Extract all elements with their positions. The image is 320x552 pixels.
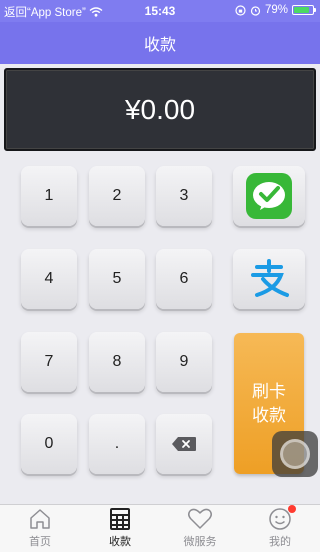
key-label: 1: [44, 187, 54, 204]
key-decimal[interactable]: .: [89, 414, 145, 474]
lock-rotation-icon: [235, 4, 246, 16]
profile-smile-icon: [268, 505, 296, 531]
key-5[interactable]: 5: [89, 249, 145, 309]
tab-label: 微服务: [183, 536, 217, 548]
card-payment-line2: 收款: [252, 405, 286, 425]
key-1[interactable]: 1: [21, 166, 77, 226]
key-3[interactable]: 3: [156, 166, 212, 226]
assistive-touch-icon: [280, 439, 310, 469]
wechat-pay-button[interactable]: [233, 166, 305, 226]
alarm-icon: [250, 5, 261, 16]
key-label: 5: [112, 270, 122, 287]
heart-icon: [187, 507, 213, 531]
assistive-touch-button[interactable]: [272, 431, 318, 477]
key-label: 3: [179, 187, 189, 204]
notification-dot: [288, 505, 296, 513]
tab-microservice[interactable]: 微服务: [160, 505, 240, 552]
status-bar: 返回“App Store” 15:43 79%: [0, 0, 320, 22]
key-7[interactable]: 7: [21, 332, 77, 392]
backspace-icon: [172, 437, 196, 451]
key-2[interactable]: 2: [89, 166, 145, 226]
key-delete[interactable]: [156, 414, 212, 474]
status-right-group: 79%: [235, 4, 316, 16]
key-8[interactable]: 8: [89, 332, 145, 392]
tab-label: 首页: [29, 536, 51, 548]
tab-label: 收款: [109, 536, 131, 548]
amount-value: ¥0.00: [124, 93, 196, 125]
home-icon: [28, 507, 52, 531]
battery-percent: 79%: [264, 4, 288, 16]
page-title: 收款: [143, 37, 176, 54]
wechat-pay-icon: [246, 173, 292, 219]
tab-bar: 首页 收款 微服务 我的: [0, 504, 320, 552]
key-label: 8: [112, 353, 122, 370]
battery-icon: [292, 5, 316, 15]
calculator-icon: [108, 507, 132, 531]
key-label: 0: [44, 435, 54, 452]
key-0[interactable]: 0: [21, 414, 77, 474]
key-label: 7: [44, 353, 54, 370]
key-label: 6: [179, 270, 189, 287]
card-payment-line1: 刷卡: [252, 381, 286, 401]
key-label: 9: [179, 353, 189, 370]
alipay-button[interactable]: [233, 249, 305, 309]
tab-mine[interactable]: 我的: [240, 505, 320, 552]
key-6[interactable]: 6: [156, 249, 212, 309]
key-9[interactable]: 9: [156, 332, 212, 392]
tab-collect[interactable]: 收款: [80, 505, 160, 552]
key-label: 4: [44, 270, 54, 287]
alipay-icon: [251, 259, 289, 297]
amount-display: ¥0.00: [4, 68, 316, 151]
tab-label: 我的: [269, 536, 291, 548]
key-label: .: [114, 435, 120, 452]
key-label: 2: [112, 187, 122, 204]
tab-home[interactable]: 首页: [0, 505, 80, 552]
key-4[interactable]: 4: [21, 249, 77, 309]
nav-bar: 收款: [0, 22, 320, 64]
